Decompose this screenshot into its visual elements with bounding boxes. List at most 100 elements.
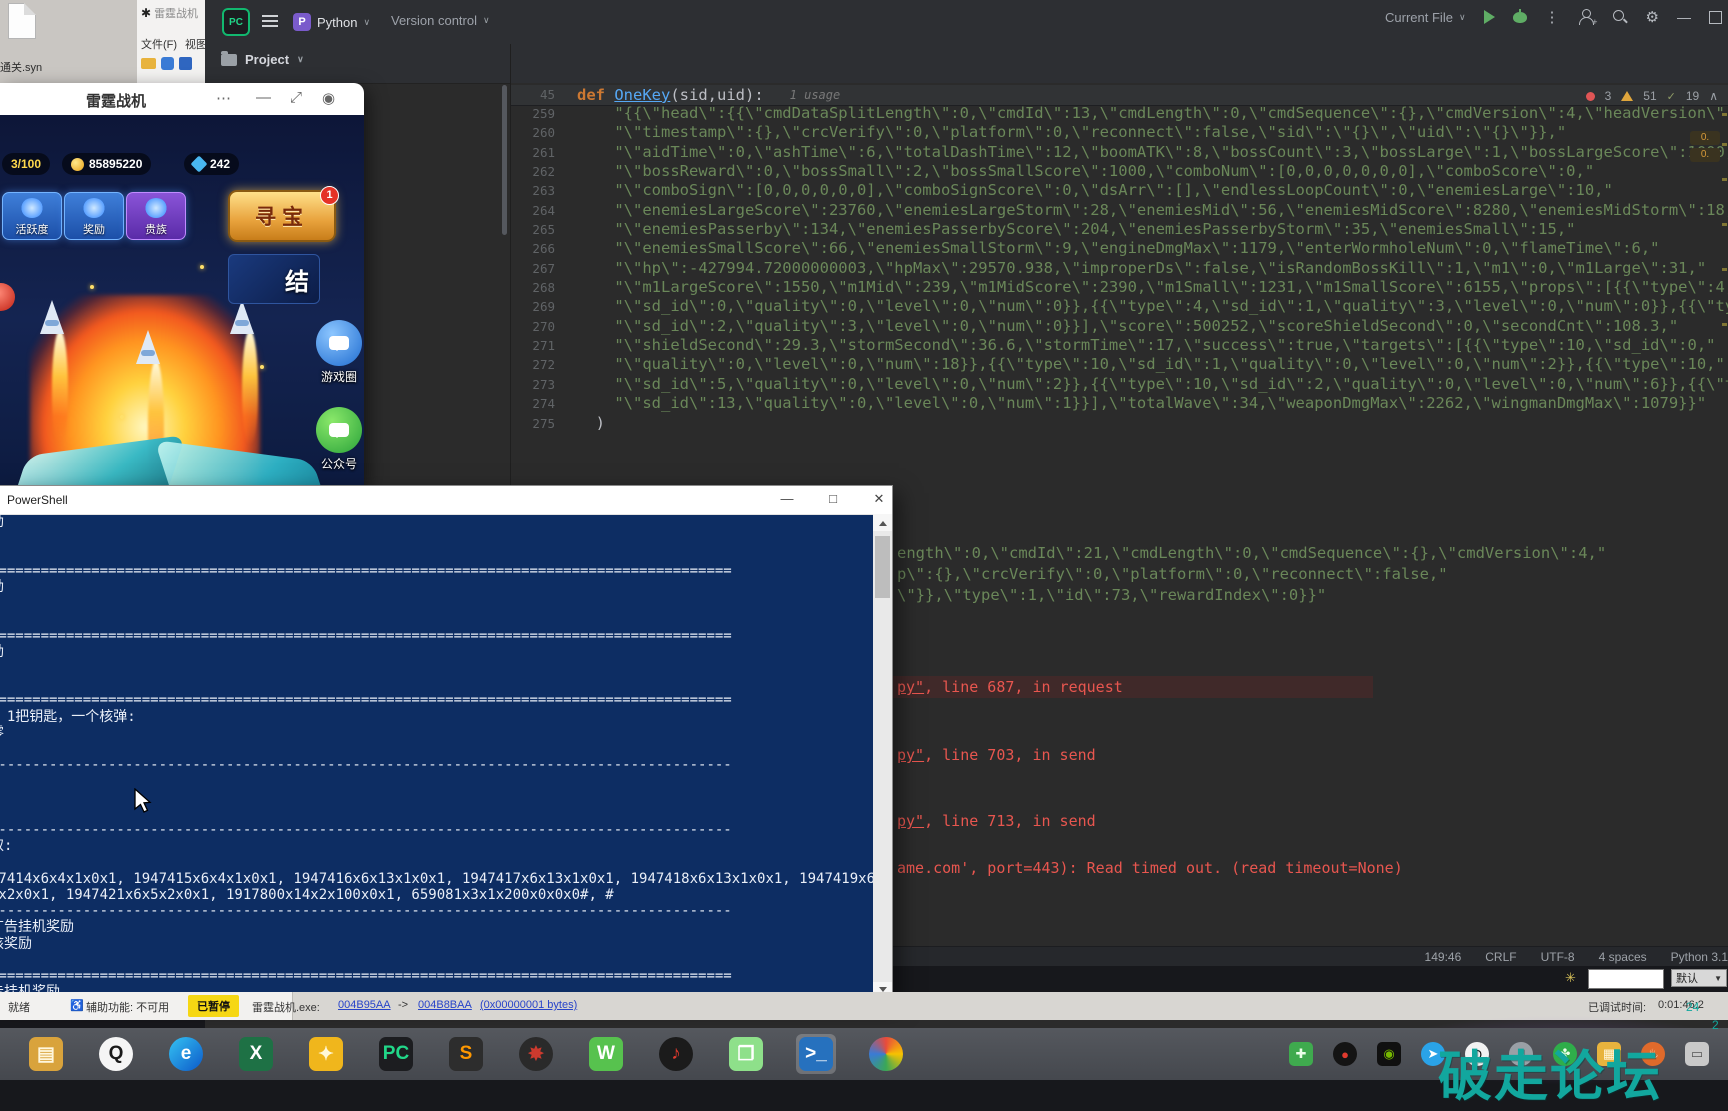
address-to-link[interactable]: 004B8BAA	[418, 999, 472, 1011]
project-selector[interactable]: P Python ∨	[293, 10, 370, 34]
code-line: 264 "\"enemiesLargeScore\":23760,\"enemi…	[511, 201, 1728, 220]
bug-tool-icon[interactable]: ✸	[516, 1034, 556, 1074]
desktop-file-icon[interactable]	[8, 3, 36, 39]
powershell-icon[interactable]: >_	[796, 1034, 836, 1074]
console-traceback-line[interactable]: py", line 687, in request	[897, 678, 1123, 696]
pycharm-logo-icon[interactable]: PC	[222, 8, 250, 36]
terminal-line: 47414x6x4x1x0x1, 1947415x6x4x1x0x1, 1947…	[0, 871, 873, 887]
edge-icon[interactable]: e	[166, 1034, 206, 1074]
reward-button[interactable]: 奖励	[64, 192, 124, 240]
menu-file[interactable]: 文件(F)	[141, 39, 177, 51]
inspections-widget[interactable]: 3 51 ✓19 ∧	[1586, 89, 1718, 103]
terminal-line	[0, 676, 873, 692]
file-explorer-icon[interactable]: ▤	[26, 1034, 66, 1074]
maximize-button[interactable]	[1709, 11, 1722, 24]
line-endings[interactable]: CRLF	[1485, 950, 1516, 964]
tray-window-icon[interactable]: ▭	[1684, 1041, 1710, 1067]
pycharm-titlebar: PC P Python ∨ Version control ∨ Current …	[205, 0, 1728, 45]
excel-icon[interactable]: X	[236, 1034, 276, 1074]
official-account-button[interactable]	[316, 407, 362, 453]
settings-gear-icon[interactable]: ⚙	[1646, 8, 1659, 26]
minimize-button[interactable]: —	[1677, 9, 1691, 25]
error-stripe-mark[interactable]	[1722, 223, 1727, 226]
wechat-icon[interactable]: W	[586, 1034, 626, 1074]
sublime-icon[interactable]: S	[446, 1034, 486, 1074]
project-tree-scrollbar[interactable]	[502, 85, 507, 235]
gem-icon	[191, 156, 208, 173]
game-minimize-icon[interactable]: —	[256, 89, 271, 106]
fighter-jet	[136, 330, 160, 364]
treasure-hunt-button[interactable]: 寻宝 1	[228, 190, 336, 242]
terminal-output[interactable]: 励=======================================…	[0, 514, 873, 999]
tray-nvidia-icon[interactable]: ◉	[1376, 1041, 1402, 1067]
code-line: 262 "\"bossReward\":0,\"bossSmall\":2,\"…	[511, 162, 1728, 181]
file-encoding[interactable]: UTF-8	[1541, 950, 1575, 964]
game-resize-icon[interactable]: ⤢	[290, 89, 302, 106]
search-icon[interactable]	[1612, 9, 1628, 25]
value-input[interactable]	[1588, 969, 1664, 989]
edge-notification-icon[interactable]	[0, 283, 15, 311]
game-canvas[interactable]: 3/100 85895220 242 活跃度 奖励 贵族 寻宝 1 结 游戏圈 …	[0, 115, 364, 485]
run-configuration-selector[interactable]: Current File ∨	[1385, 10, 1466, 25]
scrollbar-thumb[interactable]	[875, 536, 890, 598]
ps-maximize-button[interactable]: □	[824, 491, 842, 506]
error-stripe-mark[interactable]	[1722, 113, 1727, 116]
add-user-icon[interactable]: +	[1578, 9, 1594, 25]
error-stripe-mark[interactable]	[1722, 178, 1727, 181]
grid-tool-icon[interactable]	[179, 57, 192, 70]
open-folder-icon[interactable]	[141, 58, 156, 69]
code-line: 269 "\"sd_id\":0,\"quality\":0,\"level\"…	[511, 297, 1728, 316]
yellow-tool-icon[interactable]: ✦	[306, 1034, 346, 1074]
terminal-line: 励	[0, 579, 873, 595]
pycharm-icon[interactable]: PC	[376, 1034, 416, 1074]
terminal-line	[0, 952, 873, 968]
ps-minimize-button[interactable]: —	[778, 491, 796, 506]
indent-style[interactable]: 4 spaces	[1599, 950, 1647, 964]
terminal-line: 广告挂机奖励	[0, 919, 873, 935]
debug-button[interactable]	[1513, 12, 1527, 23]
browser-icon[interactable]	[866, 1034, 906, 1074]
project-panel-header[interactable]: Project ∨	[221, 52, 304, 67]
helper-tool-window[interactable]: ✱雷霆战机 文件(F)视图	[137, 0, 206, 83]
powershell-titlebar[interactable]: PowerShell — □ ✕	[0, 486, 892, 515]
error-stripe-mark[interactable]	[1722, 323, 1727, 326]
python-interpreter[interactable]: Python 3.1	[1671, 950, 1728, 964]
console-traceback-line[interactable]: py", line 713, in send	[897, 812, 1096, 830]
flame-trail	[242, 330, 258, 445]
tray-music-ball-icon[interactable]: ●	[1332, 1041, 1358, 1067]
game-circle-button[interactable]	[316, 320, 362, 366]
line-number: 265	[511, 220, 555, 239]
scroll-up-icon[interactable]	[873, 514, 892, 531]
fighter-jet	[40, 300, 64, 334]
tab-and-project-header-row: Project ∨ 扫荡BOSS.py Onekey.py × 扫荡活动.py	[205, 44, 1728, 84]
menu-view[interactable]: 视图	[185, 39, 206, 51]
terminal-line	[0, 530, 873, 546]
green-chat-icon[interactable]: ❐	[726, 1034, 766, 1074]
main-menu-icon[interactable]	[262, 15, 278, 29]
game-more-icon[interactable]: ⋯	[216, 89, 231, 107]
chevron-down-icon: ∨	[1459, 12, 1466, 23]
game-close-icon[interactable]: ◉	[322, 89, 335, 107]
more-actions-icon[interactable]: ⋮	[1545, 8, 1560, 26]
qq-icon[interactable]: Q	[96, 1034, 136, 1074]
caret-position[interactable]: 149:46	[1425, 950, 1462, 964]
terminal-scrollbar[interactable]	[873, 514, 892, 999]
ps-close-button[interactable]: ✕	[870, 491, 888, 507]
vcs-menu[interactable]: Version control ∨	[391, 13, 490, 28]
game-titlebar[interactable]: 雷霆战机 ⋯ — ⤢ ◉	[0, 83, 364, 115]
run-button[interactable]	[1484, 10, 1495, 24]
tray-green-plus-icon[interactable]: ✚	[1288, 1041, 1314, 1067]
event-banner[interactable]: 结	[228, 254, 320, 304]
default-dropdown[interactable]: 默认▼	[1671, 969, 1727, 987]
overlay-widget-row: ✳ 默认▼	[893, 966, 1728, 992]
activity-button[interactable]: 活跃度	[2, 192, 62, 240]
console-traceback-line[interactable]: py", line 703, in send	[897, 746, 1096, 764]
collapse-icon[interactable]: ∧	[1709, 89, 1718, 103]
save-icon[interactable]	[161, 57, 174, 70]
error-stripe-mark[interactable]	[1722, 268, 1727, 271]
music-icon[interactable]: ♪	[656, 1034, 696, 1074]
noble-button[interactable]: 贵族	[126, 192, 186, 240]
chevron-down-icon: ∨	[363, 17, 370, 28]
address-from-link[interactable]: 004B95AA	[338, 999, 391, 1011]
error-stripe-mark[interactable]	[1722, 143, 1727, 146]
